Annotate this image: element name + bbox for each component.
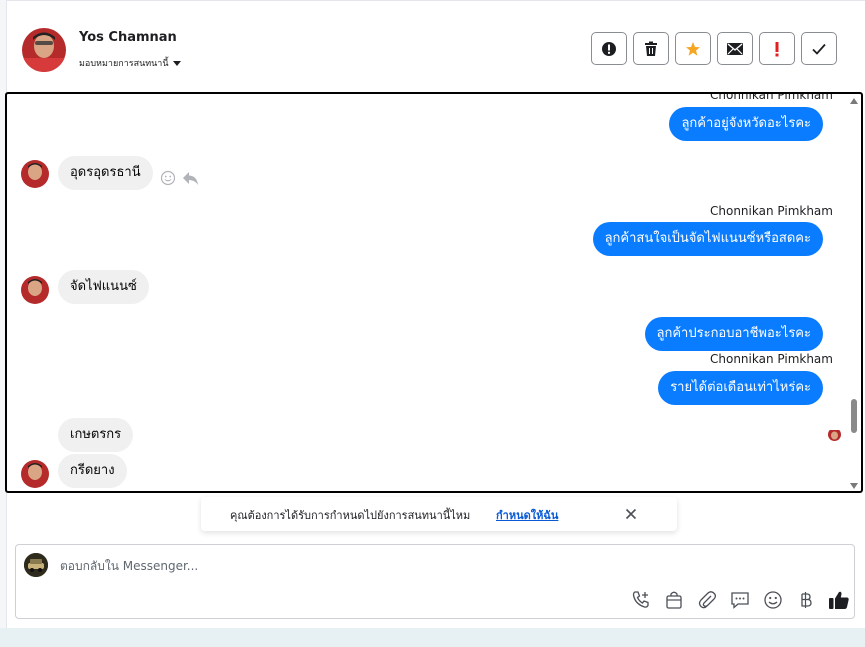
header-actions xyxy=(591,32,837,65)
thumbs-up-icon[interactable] xyxy=(828,589,850,611)
baht-icon[interactable] xyxy=(795,589,817,611)
assign-notice-text: คุณต้องการได้รับการกำหนดไปยังการสนทนานี้… xyxy=(230,509,471,522)
scroll-down-arrow-icon[interactable] xyxy=(850,483,858,489)
check-icon xyxy=(812,43,826,55)
star-icon xyxy=(686,41,700,56)
contact-avatar-small xyxy=(21,160,49,188)
reply-input[interactable] xyxy=(60,559,760,573)
scroll-thumb[interactable] xyxy=(851,399,857,433)
close-icon[interactable] xyxy=(623,506,639,522)
follow-up-button[interactable] xyxy=(759,32,795,65)
shopping-bag-icon[interactable] xyxy=(663,589,685,611)
exclamation-icon xyxy=(775,41,779,56)
outgoing-message[interactable]: ลูกค้าอยู่จังหวัดอะไรคะ xyxy=(669,107,823,141)
assign-notice: คุณต้องการได้รับการกำหนดไปยังการสนทนานี้… xyxy=(201,497,677,531)
contact-avatar-small xyxy=(21,460,49,488)
reply-composer xyxy=(15,544,855,619)
sender-name: Chonnikan Pimkham xyxy=(710,204,833,218)
incoming-message[interactable]: อุดรอุดรธานี xyxy=(58,156,153,190)
emoji-icon[interactable] xyxy=(762,589,784,611)
seen-avatar-icon xyxy=(828,428,841,441)
thread-scrollbar[interactable] xyxy=(847,94,861,491)
assign-dropdown[interactable]: มอบหมายการสนทนานี้ xyxy=(79,56,181,70)
contact-avatar[interactable] xyxy=(22,28,66,72)
sender-name: Chonnikan Pimkham xyxy=(710,92,833,102)
envelope-icon xyxy=(727,42,743,55)
paperclip-icon[interactable] xyxy=(696,589,718,611)
contact-name: Yos Chamnan xyxy=(79,30,177,45)
mark-spam-button[interactable] xyxy=(591,32,627,65)
scroll-up-arrow-icon[interactable] xyxy=(850,98,858,104)
alert-circle-icon xyxy=(602,41,616,56)
caret-down-icon xyxy=(172,60,181,66)
incoming-message[interactable]: จัดไฟแนนซ์ xyxy=(58,270,149,304)
star-button[interactable] xyxy=(675,32,711,65)
delete-button[interactable] xyxy=(633,32,669,65)
message-thread[interactable]: Chonnikan Pimkham ลูกค้าอยู่จังหวัดอะไรค… xyxy=(5,92,863,493)
outgoing-message[interactable]: ลูกค้าประกอบอาชีพอะไรคะ xyxy=(644,317,823,351)
mark-done-button[interactable] xyxy=(801,32,837,65)
saved-reply-icon[interactable] xyxy=(729,589,751,611)
trash-icon xyxy=(645,41,657,56)
mark-unread-button[interactable] xyxy=(717,32,753,65)
incoming-message[interactable]: เกษตรกร xyxy=(58,418,134,452)
react-icon[interactable] xyxy=(160,170,176,190)
assign-label: มอบหมายการสนทนานี้ xyxy=(79,59,169,69)
outgoing-message[interactable]: รายได้ต่อเดือนเท่าไหร่คะ xyxy=(658,371,823,405)
incoming-message[interactable]: กรีดยาง xyxy=(58,454,127,488)
contact-avatar-small xyxy=(21,276,49,304)
conversation-header: Yos Chamnan มอบหมายการสนทนานี้ xyxy=(7,0,865,91)
page-avatar xyxy=(24,553,48,577)
outgoing-message[interactable]: ลูกค้าสนใจเป็นจัดไฟแนนซ์หรือสดคะ xyxy=(592,222,823,256)
phone-plus-icon[interactable] xyxy=(630,589,652,611)
reply-arrow-icon[interactable] xyxy=(182,170,200,190)
composer-tools xyxy=(630,589,850,611)
sender-name: Chonnikan Pimkham xyxy=(710,352,833,366)
assign-to-me-link[interactable]: กำหนดให้ฉัน xyxy=(496,506,558,524)
page-footer-strip xyxy=(0,628,865,647)
